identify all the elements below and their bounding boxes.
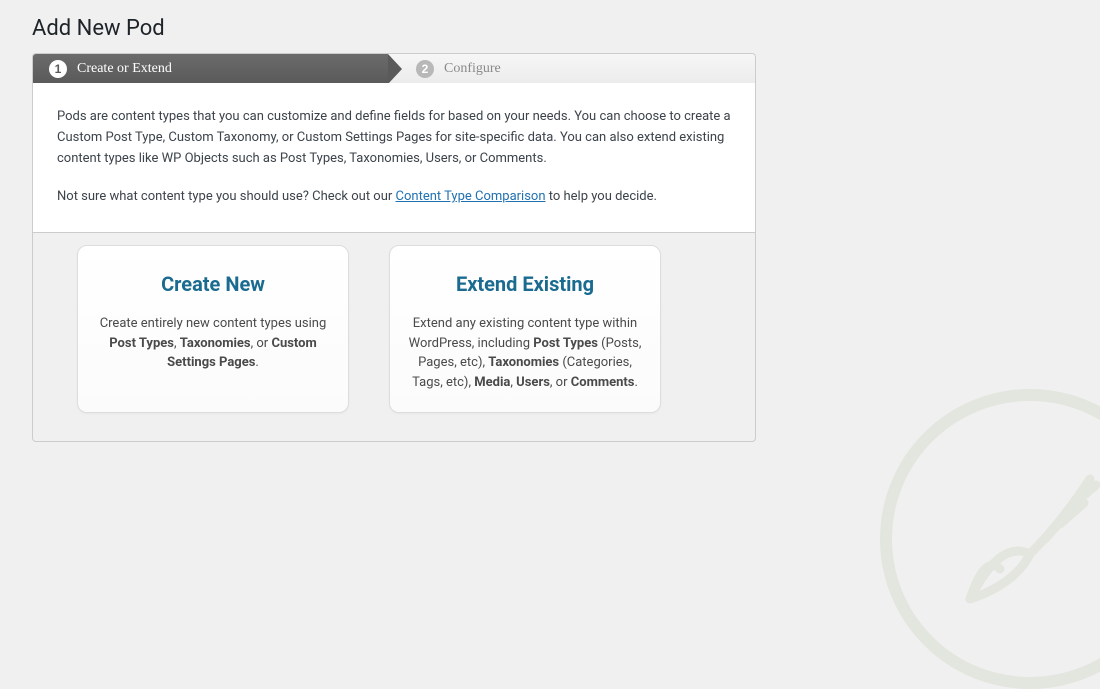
wizard-tab-configure[interactable]: 2 Configure bbox=[388, 54, 755, 83]
intro-paragraph-1: Pods are content types that you can cust… bbox=[57, 107, 731, 169]
create-new-title: Create New bbox=[92, 272, 334, 296]
wizard-tabs: 1 Create or Extend 2 Configure bbox=[32, 53, 756, 83]
intro-p2-text-b: to help you decide. bbox=[546, 189, 657, 204]
step-label-1: Create or Extend bbox=[77, 61, 172, 77]
create-new-card[interactable]: Create New Create entirely new content t… bbox=[77, 245, 349, 413]
page-title: Add New Pod bbox=[0, 0, 1100, 49]
wizard-container: 1 Create or Extend 2 Configure Pods are … bbox=[32, 53, 756, 233]
step-number-2: 2 bbox=[416, 60, 434, 78]
step-label-2: Configure bbox=[444, 61, 501, 77]
create-new-body: Create entirely new content types using … bbox=[92, 314, 334, 373]
step-number-1: 1 bbox=[49, 60, 67, 78]
pods-logo-watermark bbox=[880, 389, 1100, 689]
content-type-comparison-link[interactable]: Content Type Comparison bbox=[396, 189, 546, 204]
extend-existing-body: Extend any existing content type within … bbox=[404, 314, 646, 392]
extend-existing-title: Extend Existing bbox=[404, 272, 646, 296]
wizard-intro-panel: Pods are content types that you can cust… bbox=[32, 83, 756, 233]
options-container: Create New Create entirely new content t… bbox=[32, 233, 756, 442]
intro-paragraph-2: Not sure what content type you should us… bbox=[57, 187, 731, 208]
intro-p2-text-a: Not sure what content type you should us… bbox=[57, 189, 396, 204]
extend-existing-card[interactable]: Extend Existing Extend any existing cont… bbox=[389, 245, 661, 413]
wizard-tab-create-or-extend[interactable]: 1 Create or Extend bbox=[33, 54, 388, 83]
